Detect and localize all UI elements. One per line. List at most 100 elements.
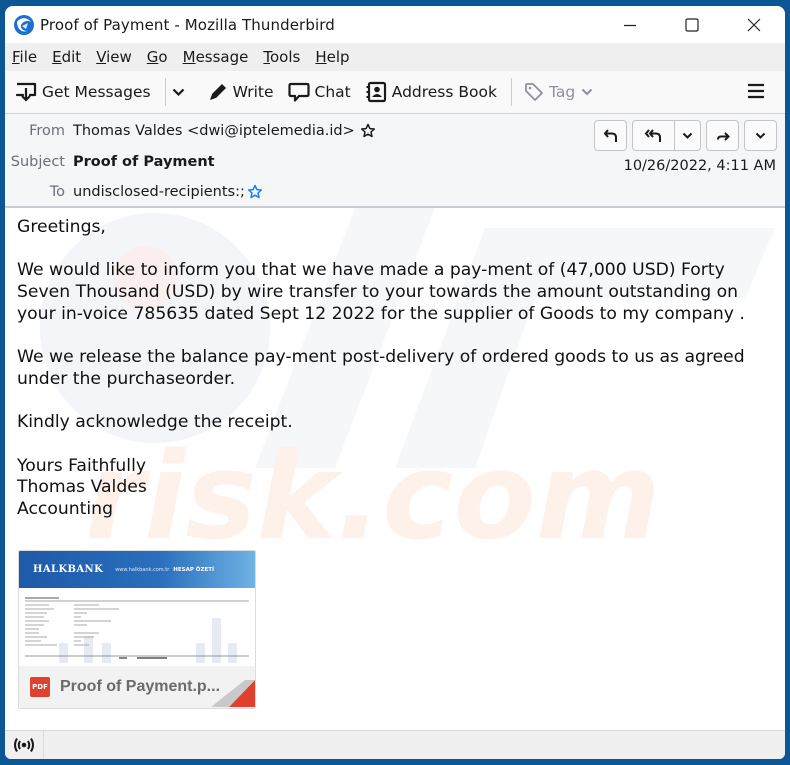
- write-label: Write: [232, 83, 274, 101]
- tag-icon: [525, 83, 543, 101]
- signature: Yours Faithfully Thomas Valdes Accountin…: [17, 456, 773, 521]
- address-book-label: Address Book: [391, 83, 497, 101]
- attachment-footer: PDF Proof of Payment.p...: [19, 666, 255, 707]
- menu-view[interactable]: View: [96, 48, 132, 66]
- hamburger-menu-icon: [748, 83, 764, 99]
- to-label: To: [49, 184, 65, 200]
- chevron-down-icon: [755, 132, 766, 139]
- menu-edit-label: dit: [61, 48, 82, 66]
- page-curl-corner: [211, 680, 255, 707]
- chevron-down-icon: [172, 88, 184, 96]
- statement-preview: [25, 597, 249, 663]
- star-outline-icon[interactable]: [247, 184, 263, 200]
- reply-all-dropdown[interactable]: [674, 121, 700, 150]
- menu-message[interactable]: Message: [183, 48, 249, 66]
- attachment-thumbnail: HALKBANK www.halkbank.com.tr HESAP ÖZETİ: [19, 551, 255, 666]
- chevron-down-icon: [682, 132, 693, 139]
- address-book-icon: [366, 81, 386, 103]
- bank-url: www.halkbank.com.tr: [115, 566, 170, 573]
- menu-message-label: essage: [195, 48, 249, 66]
- subject-label: Subject: [10, 154, 65, 170]
- menu-help-label: elp: [326, 48, 350, 66]
- from-label: From: [29, 123, 65, 139]
- from-value[interactable]: Thomas Valdes <dwi@iptelemedia.id>: [73, 123, 355, 139]
- bank-name: HALKBANK: [33, 564, 104, 575]
- menu-go[interactable]: Go: [147, 48, 168, 66]
- menu-edit[interactable]: Edit: [52, 48, 81, 66]
- menu-go-mnemonic: G: [146, 48, 159, 66]
- bank-banner: HALKBANK www.halkbank.com.tr HESAP ÖZETİ: [19, 551, 255, 588]
- menu-help[interactable]: Help: [315, 48, 349, 66]
- star-outline-icon[interactable]: [360, 123, 376, 139]
- subject-value: Proof of Payment: [73, 154, 215, 170]
- thunderbird-logo-icon: [14, 14, 34, 35]
- forward-button[interactable]: [706, 120, 739, 151]
- message-date: 10/26/2022, 4:11 AM: [623, 158, 776, 174]
- main-toolbar: Get Messages Write Chat Address Book Tag: [5, 71, 785, 114]
- online-status-button[interactable]: [5, 731, 44, 759]
- reply-all-group: [632, 120, 701, 151]
- statement-title: HESAP ÖZETİ: [173, 566, 215, 573]
- menu-go-label: o: [158, 48, 168, 66]
- signature-line: Yours Faithfully: [17, 455, 147, 476]
- greeting: Greetings,: [17, 217, 106, 237]
- thunderbird-window: Proof of Payment - Mozilla Thunderbird F…: [5, 6, 785, 759]
- menu-tools-label: ools: [270, 48, 301, 66]
- menu-bar: File Edit View Go Message Tools Help: [5, 43, 785, 71]
- message-body: risk.com Greetings, We would like to inf…: [5, 208, 785, 724]
- minimize-button[interactable]: [599, 6, 661, 43]
- menu-file-label: ile: [19, 48, 38, 66]
- online-broadcast-icon: [14, 737, 34, 753]
- menu-file[interactable]: File: [12, 48, 37, 66]
- menu-edit-mnemonic: E: [52, 48, 62, 66]
- minimize-icon: [624, 24, 636, 26]
- menu-file-mnemonic: F: [12, 48, 20, 66]
- maximize-button[interactable]: [661, 6, 723, 43]
- menu-tools[interactable]: Tools: [263, 48, 300, 66]
- toolbar-separator: [164, 78, 166, 106]
- attachment-filename: Proof of Payment.p...: [60, 677, 221, 695]
- window-title: Proof of Payment - Mozilla Thunderbird: [40, 15, 335, 34]
- message-actions: [589, 120, 777, 151]
- address-book-button[interactable]: Address Book: [365, 81, 497, 103]
- message-text: Greetings, We would like to inform you t…: [5, 208, 785, 521]
- close-button[interactable]: [723, 6, 785, 43]
- tag-button[interactable]: Tag: [524, 82, 598, 102]
- download-tray-icon: [15, 82, 37, 102]
- reply-icon: [603, 128, 617, 142]
- app-menu-button[interactable]: [747, 82, 765, 104]
- chat-label: Chat: [314, 83, 351, 101]
- close-icon: [747, 18, 761, 31]
- from-row: From Thomas Valdes <dwi@iptelemedia.id>: [5, 123, 376, 139]
- title-bar: Proof of Payment - Mozilla Thunderbird: [5, 6, 785, 43]
- reply-all-icon: [644, 128, 661, 142]
- tag-label: Tag: [548, 83, 576, 101]
- menu-view-mnemonic: V: [96, 48, 107, 66]
- message-header: From Thomas Valdes <dwi@iptelemedia.id> …: [5, 114, 785, 208]
- status-bar: [5, 730, 785, 759]
- reply-all-button[interactable]: [633, 121, 674, 150]
- toolbar-separator: [510, 78, 512, 106]
- chat-button[interactable]: Chat: [287, 82, 351, 103]
- forward-icon: [716, 131, 730, 141]
- reply-button[interactable]: [594, 120, 627, 151]
- maximize-icon: [685, 17, 699, 32]
- menu-tools-mnemonic: T: [263, 48, 270, 66]
- to-value[interactable]: undisclosed-recipients:;: [73, 184, 245, 200]
- signature-line: Accounting: [17, 499, 113, 520]
- signature-line: Thomas Valdes: [17, 477, 147, 498]
- menu-help-mnemonic: H: [315, 48, 327, 66]
- body-paragraph: Kindly acknowledge the receipt.: [17, 412, 293, 433]
- get-messages-dropdown[interactable]: [172, 88, 190, 97]
- chevron-down-icon: [582, 88, 593, 96]
- chat-bubble-icon: [287, 82, 310, 102]
- attachment-card[interactable]: HALKBANK www.halkbank.com.tr HESAP ÖZETİ: [18, 550, 256, 709]
- body-paragraph: We would like to inform you that we have…: [17, 260, 745, 324]
- write-button[interactable]: Write: [208, 82, 274, 102]
- to-row: To undisclosed-recipients:;: [5, 184, 263, 200]
- more-actions-button[interactable]: [744, 120, 777, 151]
- pencil-icon: [209, 84, 226, 100]
- menu-message-mnemonic: M: [182, 48, 196, 66]
- pdf-file-icon: PDF: [30, 676, 50, 697]
- get-messages-button[interactable]: Get Messages: [15, 82, 151, 102]
